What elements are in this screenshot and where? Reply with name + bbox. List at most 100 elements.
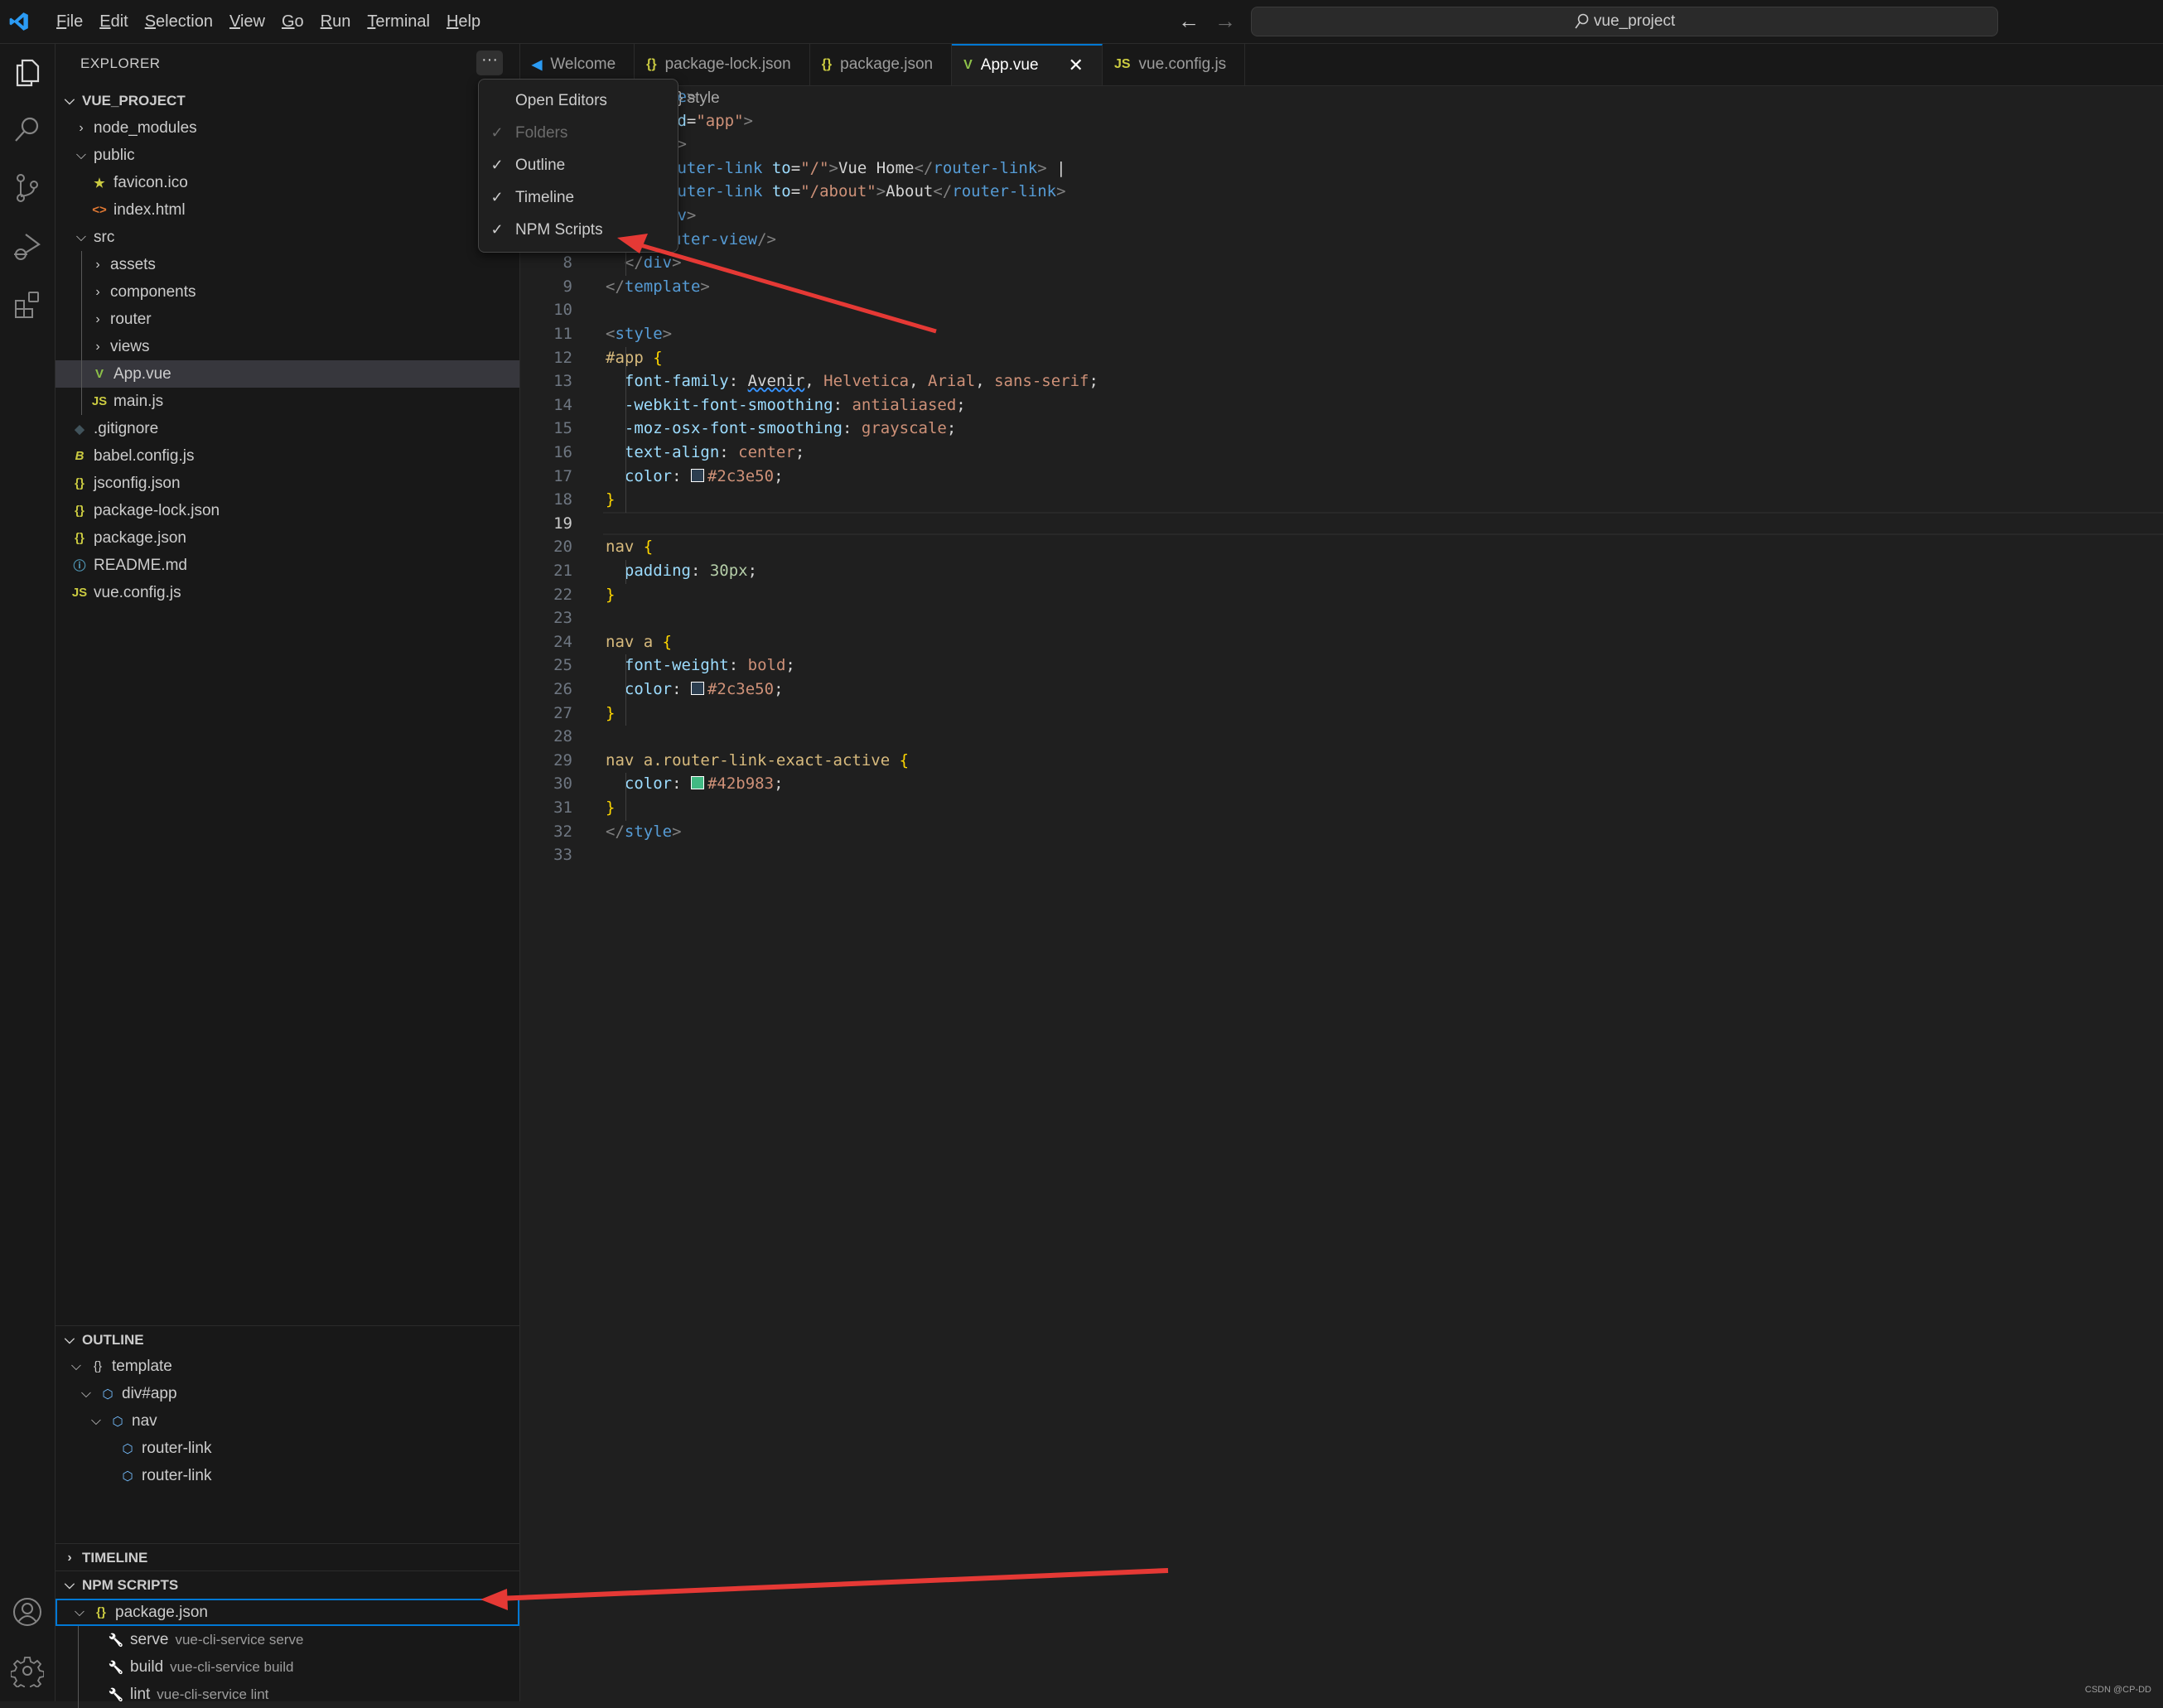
file-item[interactable]: ◆ .gitignore <box>56 415 519 442</box>
code-token: > <box>743 111 753 130</box>
code-line: 7 <router-view/> <box>520 228 2163 252</box>
outline-item[interactable]: ⌵ ⬡ nav <box>56 1407 519 1435</box>
folder-item[interactable]: ⌵ public <box>56 142 519 169</box>
tab-label: App.vue <box>980 56 1039 74</box>
menu-item-outline[interactable]: ✓ Outline <box>479 149 678 181</box>
code-token: padding <box>624 562 691 580</box>
line-number: 19 <box>553 514 572 533</box>
menu-selection[interactable]: Selection <box>137 12 221 31</box>
code-token: style <box>624 822 673 841</box>
file-item[interactable]: JS vue.config.js <box>56 579 519 606</box>
folder-item[interactable]: › assets <box>56 251 519 278</box>
file-item[interactable]: JS main.js <box>56 388 519 415</box>
explorer-icon[interactable] <box>11 55 44 89</box>
editor-tabs: ◀ Welcome {} package-lock.json {} package.jso… <box>520 44 2163 86</box>
outline-item[interactable]: ⬡ router-link <box>56 1462 519 1489</box>
file-item[interactable]: {} package-lock.json <box>56 497 519 524</box>
tree-item-label: index.html <box>113 200 186 219</box>
menu-file[interactable]: File <box>48 12 91 31</box>
file-item[interactable]: <> index.html <box>56 196 519 224</box>
settings-gear-icon[interactable] <box>11 1654 44 1687</box>
code-token: Arial <box>928 372 976 391</box>
tab-app-vue[interactable]: V App.vue ✕ <box>952 44 1103 85</box>
menu-item-open-editors[interactable]: Open Editors <box>479 84 678 117</box>
timeline-section-header[interactable]: › TIMELINE <box>56 1543 519 1571</box>
check-icon: ✓ <box>490 124 504 141</box>
menu-item-label: NPM Scripts <box>515 220 603 239</box>
menu-terminal[interactable]: Terminal <box>359 12 438 31</box>
file-item[interactable]: ★ favicon.ico <box>56 169 519 196</box>
code-text: outer-link to="/about">About</router-lin… <box>668 180 1066 204</box>
outline-item[interactable]: ⬡ router-link <box>56 1435 519 1462</box>
folder-item[interactable]: › router <box>56 306 519 333</box>
command-center-search[interactable]: vue_project <box>1251 7 1998 36</box>
npm-package-label: package.json <box>115 1603 208 1621</box>
file-item[interactable]: {} package.json <box>56 524 519 552</box>
code-token: ; <box>774 466 784 485</box>
menu-run[interactable]: Run <box>312 12 360 31</box>
folder-item[interactable]: › components <box>56 278 519 306</box>
npm-script-item[interactable]: 🔧 build vue-cli-service build <box>56 1653 519 1681</box>
code-token: font-family <box>624 372 729 391</box>
menu-view[interactable]: View <box>221 12 273 31</box>
search-icon[interactable] <box>11 113 44 147</box>
line-number: 8 <box>562 253 572 273</box>
close-icon[interactable]: ✕ <box>1069 55 1084 76</box>
folder-item[interactable]: › node_modules <box>56 114 519 142</box>
extensions-icon[interactable] <box>11 287 44 321</box>
tab-label: package.json <box>840 55 934 73</box>
npm-scripts-section-header[interactable]: ⌵ NPM SCRIPTS <box>56 1570 519 1599</box>
menu-edit[interactable]: Edit <box>91 12 136 31</box>
code-line: 27} <box>520 702 2163 726</box>
color-swatch[interactable] <box>690 682 704 695</box>
code-text: color: #2c3e50; <box>606 465 784 489</box>
color-swatch[interactable] <box>690 468 704 482</box>
tab-package-json[interactable]: {} package.json <box>810 44 953 85</box>
account-icon[interactable] <box>11 1595 44 1628</box>
code-editor[interactable]: te>id="app">v>outer-link to="/">Vue Home… <box>520 86 2163 1701</box>
chevron-down-icon: ⌵ <box>74 1604 85 1619</box>
tab-label: package-lock.json <box>664 55 791 73</box>
views-more-actions-button[interactable]: ··· <box>476 51 503 75</box>
tree-item-label: favicon.ico <box>113 173 188 191</box>
workspace-root[interactable]: ⌵ VUE_PROJECT <box>56 87 519 114</box>
folder-item[interactable]: › views <box>56 333 519 360</box>
menu-item-timeline[interactable]: ✓ Timeline <box>479 181 678 214</box>
npm-script-item[interactable]: 🔧 serve vue-cli-service serve <box>56 1626 519 1653</box>
code-token: : <box>672 680 691 698</box>
indent-guide <box>625 654 626 726</box>
outline-item[interactable]: ⌵ {} template <box>56 1353 519 1380</box>
code-line: 10 <box>520 298 2163 322</box>
run-debug-icon[interactable] <box>11 229 44 263</box>
outline-item[interactable]: ⌵ ⬡ div#app <box>56 1380 519 1407</box>
npm-package-json[interactable]: ⌵ {} package.json <box>56 1599 519 1626</box>
outline-section-header[interactable]: ⌵ OUTLINE <box>56 1325 519 1353</box>
arrow-left-icon[interactable]: ← <box>1178 8 1200 34</box>
npm-script-item[interactable]: 🔧 lint vue-cli-service lint <box>56 1681 519 1708</box>
breadcrumb-item-style[interactable]: style <box>688 89 720 107</box>
chevron-down-icon: ⌵ <box>64 93 75 108</box>
file-item[interactable]: Bbabel.config.js <box>56 442 519 470</box>
menu-item-npm-scripts[interactable]: ✓ NPM Scripts <box>479 214 678 246</box>
code-token: ; <box>794 443 805 461</box>
tree-item-label: public <box>94 146 135 164</box>
chevron-right-icon: › <box>67 1550 72 1565</box>
color-swatch[interactable] <box>690 776 704 790</box>
file-item[interactable]: {} jsconfig.json <box>56 470 519 497</box>
file-item[interactable]: V App.vue <box>56 360 519 388</box>
file-item[interactable]: ⓘ README.md <box>56 552 519 579</box>
vue-file-icon: V <box>94 367 104 381</box>
code-token: ; <box>956 395 966 414</box>
tab-vue-config-js[interactable]: JS vue.config.js <box>1103 44 1246 85</box>
menu-help[interactable]: Help <box>438 12 489 31</box>
workspace-root-label: VUE_PROJECT <box>82 92 186 109</box>
code-token: template <box>624 277 701 296</box>
code-text: nav a { <box>606 630 672 654</box>
source-control-icon[interactable] <box>11 171 44 205</box>
arrow-right-icon[interactable]: → <box>1214 8 1236 34</box>
git-file-icon: ◆ <box>75 422 84 437</box>
folder-item[interactable]: ⌵ src <box>56 224 519 251</box>
tree-item-label: node_modules <box>94 118 197 137</box>
code-token: #app <box>606 348 644 367</box>
menu-go[interactable]: Go <box>273 12 312 31</box>
